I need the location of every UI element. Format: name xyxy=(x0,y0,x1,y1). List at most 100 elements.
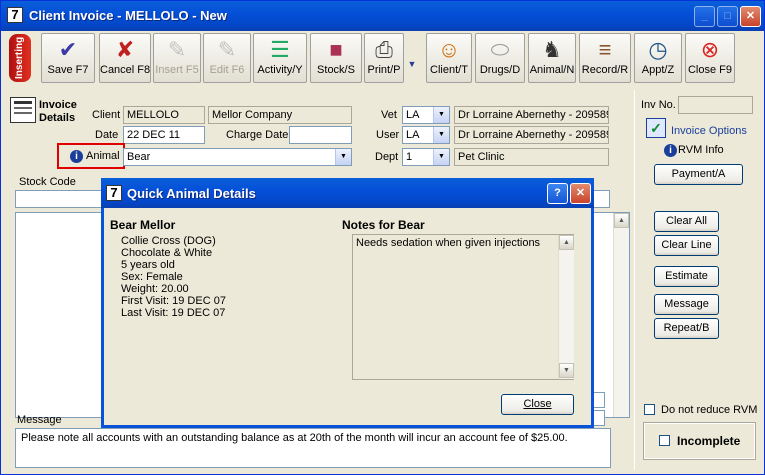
invoice-details-icon xyxy=(10,97,36,123)
record-icon: ≡ xyxy=(598,37,612,62)
dialog-close-x-button[interactable]: ✕ xyxy=(570,183,591,204)
incomplete-checkbox[interactable] xyxy=(659,435,670,446)
info-icon[interactable]: i xyxy=(70,150,83,163)
app-icon: 7 xyxy=(106,185,122,201)
estimate-button[interactable]: Estimate xyxy=(654,266,719,287)
toolbar-button-label: Appt/Z xyxy=(641,64,675,76)
appt-icon: ◷ xyxy=(648,37,668,62)
print-dropdown-arrow[interactable]: ▼ xyxy=(405,33,419,83)
invoice-details-heading: Invoice Details xyxy=(39,99,77,124)
do-not-reduce-rvm-checkbox[interactable] xyxy=(644,404,655,415)
toolbar-button-label: Animal/N xyxy=(529,64,575,76)
charge-date-input[interactable] xyxy=(289,126,352,144)
repeat-button[interactable]: Repeat/B xyxy=(654,318,719,339)
date-input[interactable]: 22 DEC 11 xyxy=(123,126,205,144)
record-toolbar-button[interactable]: ≡ Record/R xyxy=(579,33,631,83)
invoice-options-link[interactable]: Invoice Options xyxy=(671,125,747,137)
animal-icon: ♞ xyxy=(542,37,562,62)
toolbar-button-label: Drugs/D xyxy=(479,64,521,76)
animal-detail-line: Weight: 20.00 xyxy=(121,283,189,295)
scroll-down-arrow-icon[interactable]: ▼ xyxy=(559,363,574,378)
message-button[interactable]: Message xyxy=(654,294,719,315)
print-icon: ⎙ xyxy=(375,37,393,62)
edit-toolbar-button[interactable]: ✎ Edit F6 xyxy=(203,33,251,83)
dept-name-field: Pet Clinic xyxy=(454,148,609,166)
quick-animal-details-dialog: 7 Quick Animal Details ? ✕ Bear Mellor C… xyxy=(101,178,594,428)
user-name-field: Dr Lorraine Abernethy - 209589 xyxy=(454,126,609,144)
message-textarea[interactable]: Please note all accounts with an outstan… xyxy=(15,428,611,468)
chevron-down-icon[interactable]: ▼ xyxy=(433,107,449,123)
inserting-badge: Inserting xyxy=(9,34,31,82)
vet-label: Vet xyxy=(381,109,397,121)
stock-code-input[interactable] xyxy=(15,190,115,208)
animal-detail-line: Collie Cross (DOG) xyxy=(121,235,216,247)
cancel-toolbar-button[interactable]: ✘ Cancel F8 xyxy=(99,33,151,83)
client-code-field: MELLOLO xyxy=(123,106,205,124)
dept-select[interactable]: 1 ▼ xyxy=(402,148,450,166)
toolbar-button-label: Edit F6 xyxy=(209,64,245,76)
inv-no-label: Inv No. xyxy=(641,99,676,111)
animal-label: Animal xyxy=(86,150,120,162)
toolbar-button-label: Save F7 xyxy=(47,64,89,76)
dialog-title-bar[interactable]: 7 Quick Animal Details ? ✕ xyxy=(101,178,594,208)
scroll-up-arrow-icon[interactable]: ▲ xyxy=(614,213,629,228)
print-toolbar-button[interactable]: ⎙ Print/P xyxy=(364,33,404,83)
chevron-down-icon[interactable]: ▼ xyxy=(433,149,449,165)
animal-detail-line: First Visit: 19 DEC 07 xyxy=(121,295,226,307)
clear-line-button[interactable]: Clear Line xyxy=(654,235,719,256)
incomplete-label: Incomplete xyxy=(677,434,741,448)
help-button[interactable]: ? xyxy=(547,183,568,204)
appt-toolbar-button[interactable]: ◷ Appt/Z xyxy=(634,33,682,83)
do-not-reduce-rvm-label: Do not reduce RVM xyxy=(661,404,758,416)
stock-code-label: Stock Code xyxy=(19,176,76,188)
scroll-up-arrow-icon[interactable]: ▲ xyxy=(559,235,574,250)
toolbar-button-label: Record/R xyxy=(581,64,629,76)
toolbar-button-label: Client/T xyxy=(430,64,468,76)
charge-date-label: Charge Date xyxy=(226,129,289,141)
vet-name-field: Dr Lorraine Abernethy - 209589 xyxy=(454,106,609,124)
info-icon: i xyxy=(664,144,677,157)
notes-textarea[interactable]: Needs sedation when given injections ▲ ▼ xyxy=(352,234,574,380)
app-icon: 7 xyxy=(7,7,23,23)
maximize-button[interactable]: □ xyxy=(717,6,738,27)
chevron-down-icon[interactable]: ▼ xyxy=(433,127,449,143)
save-toolbar-button[interactable]: ✔ Save F7 xyxy=(41,33,95,83)
dept-label: Dept xyxy=(375,151,399,163)
drugs-toolbar-button[interactable]: ⬭ Drugs/D xyxy=(475,33,525,83)
vet-select[interactable]: LA ▼ xyxy=(402,106,450,124)
notes-text: Needs sedation when given injections xyxy=(356,237,541,249)
dept-select-value: 1 xyxy=(406,151,413,163)
user-label: User xyxy=(376,129,400,141)
animal-select[interactable]: Bear ▼ xyxy=(123,148,352,166)
activity-toolbar-button[interactable]: ☰ Activity/Y xyxy=(253,33,307,83)
title-bar[interactable]: 7 Client Invoice - MELLOLO - New _ □ ✕ xyxy=(1,1,764,31)
client-toolbar-button[interactable]: ☺ Client/T xyxy=(426,33,472,83)
animal-detail-line: Last Visit: 19 DEC 07 xyxy=(121,307,226,319)
drugs-icon: ⬭ xyxy=(490,37,510,62)
grid-header-field[interactable] xyxy=(592,190,610,208)
close-button[interactable]: Close xyxy=(501,394,574,415)
payment-button[interactable]: Payment/A xyxy=(654,164,743,185)
user-select[interactable]: LA ▼ xyxy=(402,126,450,144)
animal-toolbar-button[interactable]: ♞ Animal/N xyxy=(528,33,576,83)
close-window-button[interactable]: ✕ xyxy=(740,6,761,27)
stock-toolbar-button[interactable]: ■ Stock/S xyxy=(310,33,362,83)
chevron-down-icon[interactable]: ▼ xyxy=(335,149,351,165)
vet-select-value: LA xyxy=(406,109,420,121)
separator xyxy=(634,90,635,470)
grid-scrollbar[interactable]: ▲ xyxy=(613,213,629,417)
rvm-info-button[interactable]: RVM Info xyxy=(678,141,743,162)
client-name-field: Mellor Company xyxy=(208,106,352,124)
notes-scrollbar[interactable]: ▲ ▼ xyxy=(558,235,574,379)
incomplete-box: Incomplete xyxy=(643,422,756,460)
animal-detail-line: 5 years old xyxy=(121,259,175,271)
minimize-button[interactable]: _ xyxy=(694,6,715,27)
invoice-options-icon[interactable]: ✓ xyxy=(646,118,666,138)
animal-name: Bear Mellor xyxy=(110,218,176,232)
close-toolbar-button[interactable]: ⊗ Close F9 xyxy=(685,33,735,83)
rvm-info-label: RVM Info xyxy=(678,144,724,156)
insert-toolbar-button[interactable]: ✎ Insert F5 xyxy=(153,33,201,83)
clear-all-button[interactable]: Clear All xyxy=(654,211,719,232)
save-icon: ✔ xyxy=(58,37,78,62)
toolbar-button-label: Close F9 xyxy=(687,64,733,76)
